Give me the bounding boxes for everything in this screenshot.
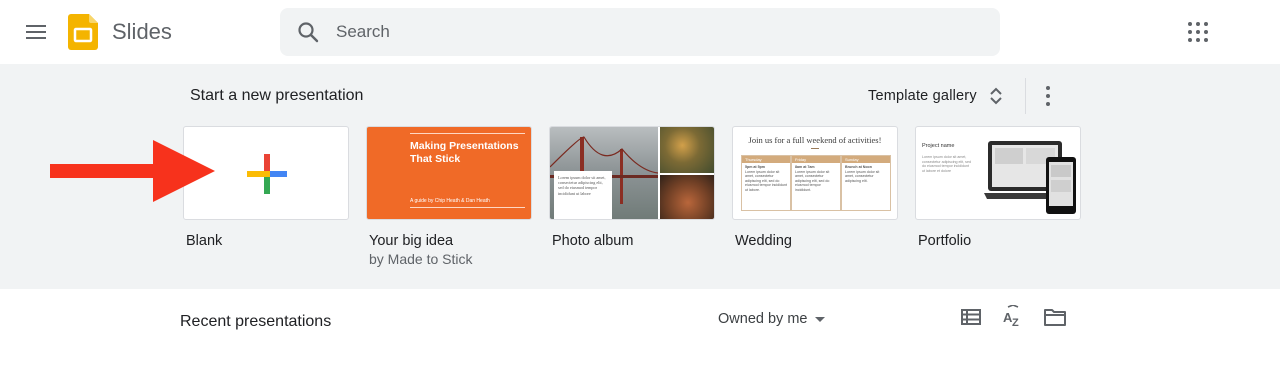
app-header: Slides [0, 0, 1280, 64]
thumbnail-title: Making Presentations That Stick [410, 140, 519, 165]
template-title: Portfolio [918, 233, 972, 249]
owner-filter-label: Owned by me [718, 311, 808, 327]
template-gallery-label: Template gallery [868, 88, 977, 104]
divider [1025, 78, 1026, 114]
thumbnail-byline: A guide by Chip Heath & Dan Heath [410, 198, 490, 204]
menu-icon [26, 25, 46, 27]
chevron-down-icon [815, 316, 826, 322]
thumbnail-caption: Lorem ipsum dolor sit amet, consectetur … [558, 175, 606, 196]
main-menu-button[interactable] [20, 16, 52, 48]
slides-logo-icon[interactable] [68, 14, 98, 50]
owner-filter-dropdown[interactable]: Owned by me [712, 306, 831, 332]
section-title: Start a new presentation [190, 87, 364, 104]
template-card-wedding[interactable]: Join us for a full weekend of activities… [732, 126, 898, 250]
sort-az-icon[interactable]: A Z [1001, 305, 1025, 329]
search-input[interactable] [336, 8, 976, 56]
leaves-photo [660, 127, 714, 173]
search-icon[interactable] [296, 20, 320, 44]
recent-presentations-title: Recent presentations [180, 313, 332, 330]
template-thumbnail[interactable]: Lorem ipsum dolor sit amet, consectetur … [549, 126, 715, 220]
template-title: Photo album [552, 233, 634, 249]
app-name[interactable]: Slides [112, 19, 172, 45]
template-card-photo-album[interactable]: Lorem ipsum dolor sit amet, consectetur … [549, 126, 715, 250]
template-subtitle: by Made to Stick [369, 251, 473, 267]
list-view-icon[interactable] [959, 305, 983, 329]
search-bar[interactable] [280, 8, 1000, 56]
template-title: Your big idea [369, 233, 454, 249]
red-arrow-icon [50, 140, 215, 202]
template-card-big-idea[interactable]: Making Presentations That Stick A guide … [366, 126, 532, 268]
unfold-icon [990, 87, 1002, 105]
plus-icon [247, 154, 287, 194]
template-gallery-button[interactable]: Template gallery [862, 80, 1009, 112]
thumbnail-title: Join us for a full weekend of activities… [748, 135, 882, 145]
thumbnail-text: Lorem ipsum dolor sit amet, consectetur … [922, 155, 971, 173]
more-vert-icon[interactable] [1036, 80, 1060, 112]
template-title: Blank [186, 233, 223, 249]
template-thumbnail[interactable]: Project name Lorem ipsum dolor sit amet,… [915, 126, 1081, 220]
template-thumbnail[interactable]: Join us for a full weekend of activities… [732, 126, 898, 220]
table-photo [660, 175, 714, 219]
folder-icon[interactable] [1043, 305, 1067, 329]
laptop-phone-icon [984, 141, 1076, 214]
new-presentation-section: Start a new presentation Template galler… [0, 64, 1280, 289]
template-thumbnail[interactable]: Making Presentations That Stick A guide … [366, 126, 532, 220]
thumbnail-title: Project name [922, 143, 955, 149]
template-title: Wedding [735, 233, 792, 249]
template-card-portfolio[interactable]: Project name Lorem ipsum dolor sit amet,… [915, 126, 1081, 250]
apps-grid-icon[interactable] [1182, 16, 1214, 48]
svg-text:Z: Z [1012, 317, 1019, 329]
